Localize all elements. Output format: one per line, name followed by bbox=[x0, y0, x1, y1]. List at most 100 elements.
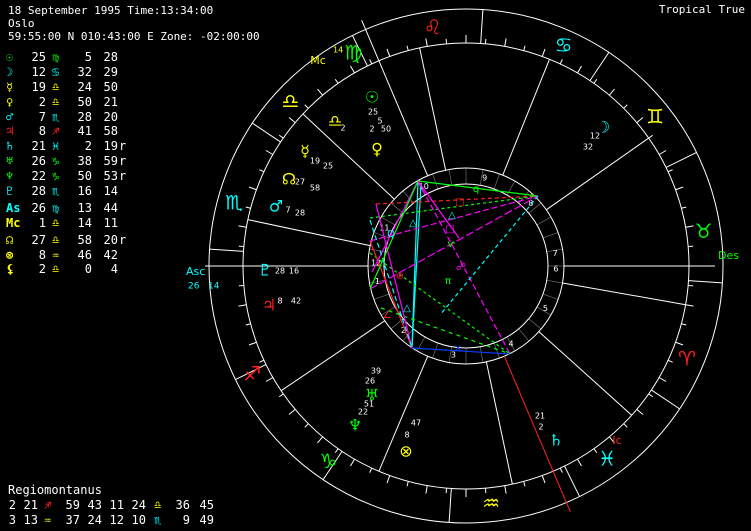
planet-degree: 2 bbox=[369, 125, 374, 134]
degree-tick bbox=[504, 38, 507, 47]
house-cusp-line bbox=[545, 137, 649, 211]
degree-tick bbox=[636, 117, 644, 124]
planet-degree: 25 bbox=[368, 108, 378, 117]
aspect-glyph-icon: π bbox=[445, 276, 451, 287]
zodiac-sign-icon: ♎ bbox=[282, 89, 300, 113]
degree-tick bbox=[541, 48, 546, 57]
house-ring-tick bbox=[373, 293, 390, 300]
degree-tick bbox=[304, 423, 309, 428]
planet-minute: 42 bbox=[291, 297, 301, 306]
house-ring-tick bbox=[542, 232, 559, 239]
degree-tick bbox=[265, 150, 274, 155]
planet-glyph-icon: ♂ bbox=[269, 197, 283, 216]
aspect-glyph-icon: × bbox=[454, 343, 462, 354]
house-ring-tick bbox=[390, 202, 404, 214]
degree-tick bbox=[667, 169, 673, 173]
aspect-line bbox=[369, 252, 511, 355]
house-cusp-line bbox=[538, 331, 633, 416]
degree-tick bbox=[406, 481, 409, 487]
aspect-glyph-icon: □ bbox=[455, 197, 464, 208]
degree-tick bbox=[288, 117, 296, 124]
aspect-glyph-icon: ☍ bbox=[456, 262, 466, 273]
degree-tick bbox=[608, 88, 615, 96]
sign-boundary-line bbox=[688, 280, 723, 284]
degree-tick bbox=[425, 38, 428, 47]
house-cusp-line bbox=[419, 47, 447, 171]
descendant-label: Des bbox=[718, 249, 739, 262]
planet-degree: 8 bbox=[277, 297, 282, 306]
aspect-glyph-icon: △ bbox=[409, 218, 417, 229]
house-ring-tick bbox=[479, 346, 484, 363]
planet-glyph-icon: ☿ bbox=[300, 142, 310, 161]
degree-tick bbox=[675, 341, 684, 346]
degree-tick bbox=[386, 475, 391, 484]
planet-glyph-icon: ☉ bbox=[365, 88, 379, 107]
zodiac-sign-icon: ♑ bbox=[319, 449, 337, 473]
degree-tick bbox=[350, 65, 355, 74]
degree-tick bbox=[386, 48, 391, 57]
degree-tick bbox=[559, 59, 563, 65]
aspect-glyph-icon: Q bbox=[387, 229, 395, 240]
planet-minute: 25 bbox=[323, 162, 333, 171]
aspect-glyph-icon: △ bbox=[403, 303, 411, 314]
house-number: 6 bbox=[553, 265, 558, 274]
zodiac-sign-icon: ♌ bbox=[424, 15, 442, 39]
sign-boundary-line bbox=[448, 488, 452, 523]
planet-degree: 22 bbox=[358, 408, 368, 417]
degree-tick bbox=[523, 481, 526, 487]
degree-tick bbox=[317, 88, 324, 96]
planet-glyph-icon: ⊗ bbox=[399, 442, 412, 461]
degree-tick bbox=[658, 377, 667, 382]
degree-tick bbox=[648, 134, 654, 139]
aspect-glyph-icon: q bbox=[473, 184, 479, 195]
aspect-glyph-icon: ∠ bbox=[383, 310, 392, 321]
degree-tick bbox=[245, 323, 251, 326]
zodiac-sign-icon: ♒ bbox=[482, 491, 500, 515]
planet-glyph-icon: ♅ bbox=[365, 386, 379, 405]
zodiac-sign-icon: ♍ bbox=[344, 41, 362, 65]
chart-wheel: ♌♋♊♉♈♓♒♑♐♏♎♍123456789101112Asc2614DesMc1… bbox=[186, 8, 739, 524]
planet-minute: 50 bbox=[381, 125, 391, 134]
zodiac-sign-icon: ♐ bbox=[243, 361, 261, 385]
planet-degree: 2 bbox=[340, 124, 345, 133]
aspect-glyph-icon: ⱱ bbox=[447, 239, 455, 250]
house-ring-tick bbox=[432, 173, 439, 190]
house-cusp-line bbox=[562, 282, 686, 306]
sign-boundary-line bbox=[564, 465, 581, 497]
degree-tick bbox=[685, 304, 694, 307]
degree-tick bbox=[278, 393, 284, 398]
aspect-glyph-icon: □ bbox=[445, 224, 454, 235]
house-number: 5 bbox=[543, 304, 548, 313]
zodiac-sign-icon: ♈ bbox=[678, 346, 696, 370]
aspect-line bbox=[369, 240, 413, 349]
planet-glyph-icon: ♆ bbox=[348, 416, 362, 435]
house-ring-tick bbox=[536, 216, 552, 226]
sign-boundary-line bbox=[589, 52, 610, 81]
sign-boundary-line bbox=[480, 9, 484, 44]
imum-coeli-label: Ic bbox=[612, 434, 621, 447]
sign-boundary-line bbox=[209, 248, 244, 252]
degree-tick bbox=[636, 408, 644, 415]
degree-tick bbox=[425, 485, 428, 494]
planet-minute: 28 bbox=[295, 209, 305, 218]
planet-degree: 19 bbox=[310, 157, 320, 166]
house-ring-tick bbox=[432, 342, 439, 359]
planet-degree: 7 bbox=[285, 206, 290, 215]
house-ring-tick bbox=[546, 279, 563, 284]
ascendant-degree: 26 bbox=[188, 282, 200, 292]
zodiac-sign-icon: ♋ bbox=[555, 33, 573, 57]
degree-tick bbox=[334, 78, 339, 84]
degree-tick bbox=[541, 475, 546, 484]
degree-tick bbox=[278, 134, 284, 139]
degree-tick bbox=[369, 467, 373, 473]
aspect-glyph-icon: ⊕ bbox=[396, 271, 404, 282]
house-number: 1 bbox=[375, 277, 380, 286]
planet-minute: 21 bbox=[535, 412, 545, 421]
degree-tick bbox=[288, 408, 296, 415]
zodiac-sign-icon: ♉ bbox=[695, 219, 713, 243]
zodiac-sign-icon: ♓ bbox=[598, 447, 616, 471]
house-ring-tick bbox=[493, 173, 500, 190]
degree-tick bbox=[593, 448, 598, 454]
degree-tick bbox=[350, 458, 355, 467]
degree-tick bbox=[675, 186, 684, 191]
